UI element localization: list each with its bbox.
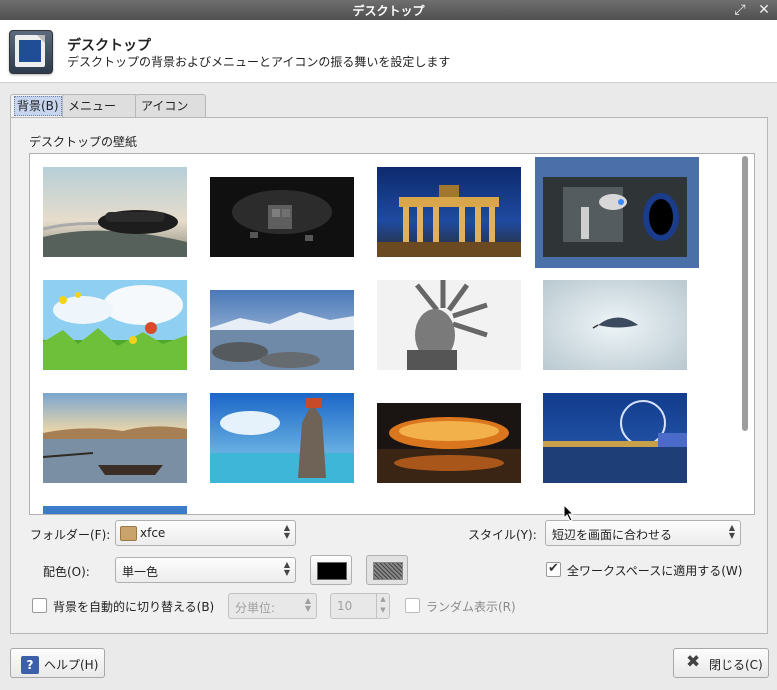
folder-label: フォルダー(F):: [30, 528, 111, 542]
wallpaper-sports-car[interactable]: [43, 167, 187, 257]
style-select[interactable]: 短辺を画面に合わせる ▲ ▼: [545, 520, 741, 546]
desktop-settings-window: デスクトップ ⤢ ✕ デスクトップ デスクトップの背景およびメニューとアイコンの…: [0, 0, 777, 690]
maximize-icon[interactable]: ⤢: [731, 1, 749, 19]
close-x-icon: ✖: [686, 652, 701, 672]
interval-unit-select[interactable]: 分単位: ▲ ▼: [228, 593, 317, 619]
interval-value-spinner[interactable]: 10 ▲ ▼: [330, 593, 390, 619]
wallpaper-partial[interactable]: [43, 506, 187, 514]
tab-icons[interactable]: アイコン(I): [135, 94, 206, 135]
random-order-label: ランダム表示(R): [426, 600, 516, 614]
style-label: スタイル(Y):: [468, 528, 537, 542]
wallpaper-feather[interactable]: [543, 280, 687, 370]
wallpaper-section-label: デスクトップの壁紙: [29, 135, 138, 149]
dialog-header: デスクトップ デスクトップの背景およびメニューとアイコンの振る舞いを設定します: [0, 20, 777, 83]
close-button[interactable]: ✖ 閉じる(C): [673, 648, 769, 678]
auto-change-label: 背景を自動的に切り替える(B): [53, 600, 215, 614]
tab-menu[interactable]: メニュー(M): [62, 94, 138, 135]
folder-icon: [120, 526, 137, 541]
auto-change-checkbox[interactable]: [32, 598, 47, 613]
title-bar[interactable]: デスクトップ ⤢ ✕: [0, 0, 777, 20]
select-arrows-icon: ▲ ▼: [728, 523, 735, 540]
select-arrows-icon: ▲ ▼: [283, 523, 290, 540]
random-order-checkbox[interactable]: [405, 598, 420, 613]
select-arrows-icon: ▲ ▼: [283, 560, 290, 577]
spinner-arrows-icon: ▲ ▼: [376, 594, 389, 618]
secondary-color-swatch: [373, 562, 403, 580]
apply-all-workspaces-checkbox[interactable]: ✔: [546, 562, 561, 577]
wallpaper-cubes[interactable]: [210, 177, 354, 257]
select-arrows-icon: ▲ ▼: [304, 596, 311, 613]
wallpaper-mountain-lake[interactable]: [210, 290, 354, 370]
wallpaper-portal-robot[interactable]: [543, 177, 687, 257]
window-title: デスクトップ: [352, 4, 425, 18]
color-label: 配色(O):: [43, 565, 90, 579]
apply-all-workspaces-label: 全ワークスペースに適用する(W): [567, 564, 743, 578]
desktop-app-icon: [9, 30, 53, 74]
wallpaper-lake-boat[interactable]: [43, 393, 187, 483]
wallpaper-gallery[interactable]: [29, 153, 755, 515]
tab-background[interactable]: 背景(B): [10, 94, 66, 118]
gallery-scrollbar[interactable]: [740, 153, 752, 513]
secondary-color-button[interactable]: [366, 555, 408, 585]
mouse-cursor: [563, 504, 575, 522]
wallpaper-london-eye[interactable]: [543, 393, 687, 483]
wallpaper-rock-island[interactable]: [210, 393, 354, 483]
primary-color-button[interactable]: [310, 555, 352, 585]
color-style-select[interactable]: 単一色 ▲ ▼: [115, 557, 296, 583]
help-button[interactable]: ? ヘルプ(H): [10, 648, 105, 678]
close-icon[interactable]: ✕: [755, 1, 773, 19]
wallpaper-flower-meadow[interactable]: [43, 280, 187, 370]
primary-color-swatch: [317, 562, 347, 580]
wallpaper-birds-nest-stadium[interactable]: [377, 403, 521, 483]
header-subtitle: デスクトップの背景およびメニューとアイコンの振る舞いを設定します: [67, 55, 451, 69]
help-icon: ?: [21, 656, 39, 674]
header-title: デスクトップ: [67, 38, 151, 54]
gallery-scrollbar-thumb[interactable]: [742, 156, 748, 431]
wallpaper-brandenburg-gate[interactable]: [377, 167, 521, 257]
wallpaper-statue-of-liberty[interactable]: [377, 280, 521, 370]
folder-select[interactable]: xfce ▲ ▼: [115, 520, 296, 546]
